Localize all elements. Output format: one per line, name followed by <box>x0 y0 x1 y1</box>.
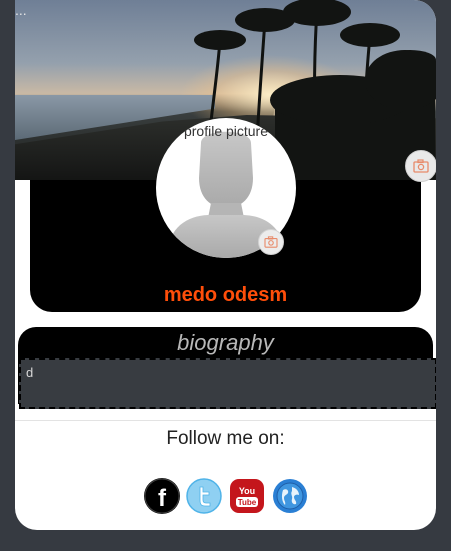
avatar-alt-text: profile picture <box>183 123 269 139</box>
biography-textarea[interactable]: d <box>19 358 436 409</box>
youtube-icon: You Tube <box>230 479 264 513</box>
camera-icon <box>264 236 278 248</box>
globe-icon <box>273 479 307 513</box>
avatar-camera-button[interactable] <box>258 229 284 255</box>
twitter-link[interactable] <box>186 478 222 514</box>
youtube-link[interactable]: You Tube <box>229 478 265 514</box>
svg-text:Tube: Tube <box>238 498 257 507</box>
website-link[interactable] <box>272 478 308 514</box>
twitter-icon <box>186 478 222 514</box>
divider <box>15 420 436 421</box>
cover-camera-button[interactable] <box>405 150 436 182</box>
svg-text:f: f <box>158 485 167 512</box>
biography-section: biography d <box>18 327 436 409</box>
facebook-link[interactable]: f <box>144 478 180 514</box>
facebook-icon: f <box>144 478 180 514</box>
menu-dots[interactable]: ... <box>15 2 27 18</box>
username: medo odesm <box>163 284 288 306</box>
profile-card: profile picture medo odesm biography d F… <box>15 0 436 530</box>
biography-title: biography <box>177 330 274 355</box>
svg-text:You: You <box>239 486 255 496</box>
follow-label: Follow me on: <box>166 428 285 449</box>
camera-icon <box>413 159 429 173</box>
